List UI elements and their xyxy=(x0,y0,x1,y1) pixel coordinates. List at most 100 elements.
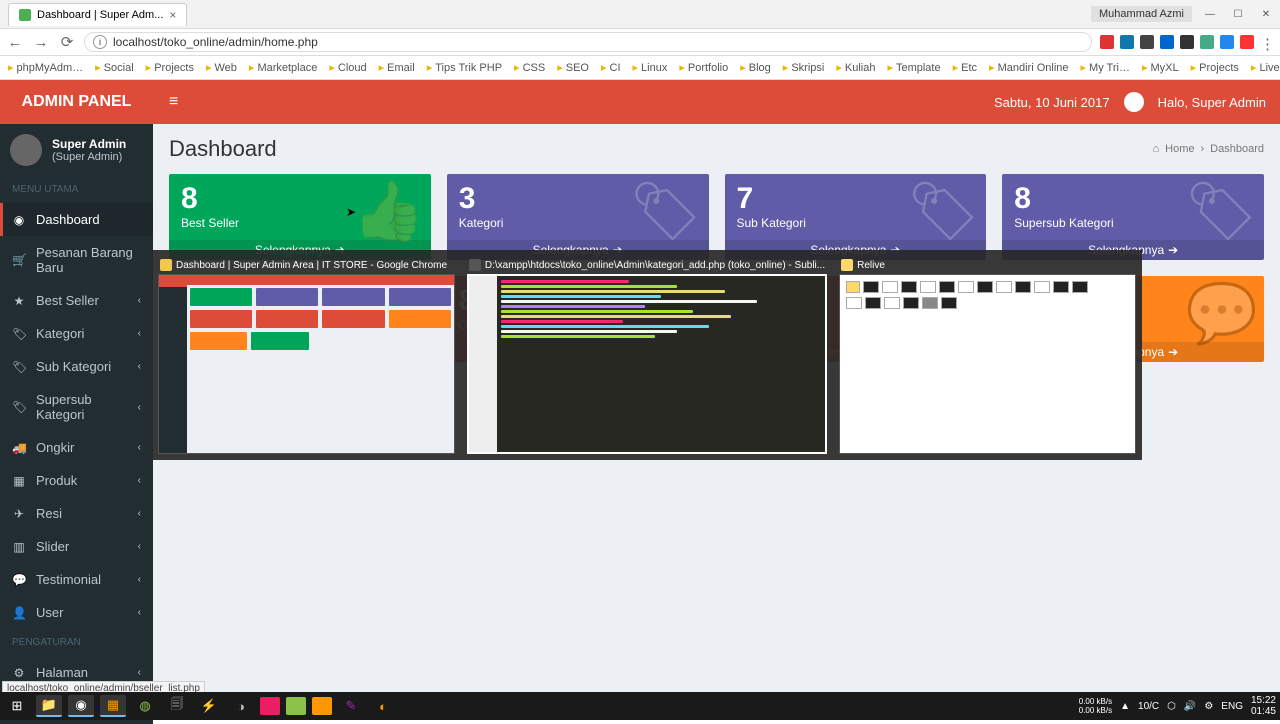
menu-icon: 🏷 xyxy=(12,400,26,414)
bookmark-item[interactable]: ▸Social xyxy=(95,61,134,74)
bookmark-item[interactable]: ▸Cloud xyxy=(329,61,366,74)
taskbar-app[interactable] xyxy=(312,697,332,715)
bookmark-item[interactable]: ▸Etc xyxy=(953,61,977,74)
stat-box-supersub-kategori: 8Supersub Kategori🏷Selengkapnya ➔ xyxy=(1002,174,1264,260)
ext-icon[interactable] xyxy=(1220,35,1234,49)
sidebar-item-kategori[interactable]: 🏷Kategori‹ xyxy=(0,317,153,350)
browser-profile[interactable]: Muhammad Azmi xyxy=(1091,6,1192,22)
chevron-left-icon: ‹ xyxy=(138,667,141,678)
maximize-button[interactable]: ☐ xyxy=(1224,4,1252,24)
ext-icon[interactable] xyxy=(1140,35,1154,49)
tab-title: Dashboard | Super Adm... xyxy=(37,9,163,21)
sidebar-item-resi[interactable]: ✈Resi‹ xyxy=(0,497,153,530)
tray-icon[interactable]: ⬡ xyxy=(1167,701,1176,712)
menu-icon[interactable]: ⋮ xyxy=(1260,35,1274,49)
breadcrumb-current: Dashboard xyxy=(1210,143,1264,155)
bookmark-item[interactable]: ▸Linux xyxy=(633,61,668,74)
stat-bg-icon: 🏷 xyxy=(907,178,981,246)
bookmark-item[interactable]: ▸Template xyxy=(887,61,940,74)
windows-taskbar[interactable]: ⊞ 📁 ◉ ▦ ◍ 🗐 ⚡ ◑ ✎ ◐ 0.00 kB/s 0.00 kB/s … xyxy=(0,692,1280,720)
alttab-window-chrome[interactable]: Dashboard | Super Admin Area | IT STORE … xyxy=(158,256,455,454)
menu-icon: 🛒 xyxy=(12,253,26,267)
bookmark-item[interactable]: ▸My Tri… xyxy=(1081,61,1130,74)
breadcrumb: ⌂ Home › Dashboard xyxy=(1153,143,1265,155)
sidebar-item-user[interactable]: 👤User‹ xyxy=(0,596,153,629)
ext-icon[interactable] xyxy=(1100,35,1114,49)
taskbar-sublime[interactable]: ▦ xyxy=(100,695,126,717)
tray-icon[interactable]: ⚙ xyxy=(1204,701,1213,712)
bookmark-item[interactable]: ▸LiveScore xyxy=(1251,61,1280,74)
tray-icon[interactable]: ▲ xyxy=(1120,701,1130,712)
bookmark-item[interactable]: ▸Portfolio xyxy=(679,61,728,74)
alttab-window-sublime[interactable]: D:\xampp\htdocs\toko_online\Admin\katego… xyxy=(467,256,827,454)
ext-icon[interactable] xyxy=(1200,35,1214,49)
sidebar-item-supersub-kategori[interactable]: 🏷Supersub Kategori‹ xyxy=(0,383,153,431)
chevron-left-icon: ‹ xyxy=(138,607,141,618)
browser-tab[interactable]: Dashboard | Super Adm... × xyxy=(8,3,187,26)
bookmark-item[interactable]: ▸Kuliah xyxy=(836,61,875,74)
bookmark-item[interactable]: ▸Skripsi xyxy=(783,61,825,74)
bookmark-item[interactable]: ▸MyXL xyxy=(1142,61,1179,74)
sidebar-item-dashboard[interactable]: ◉Dashboard xyxy=(0,203,153,236)
taskbar-steam[interactable]: ◑ xyxy=(228,695,254,717)
bookmark-item[interactable]: ▸Mandiri Online xyxy=(989,61,1068,74)
sidebar-item-ongkir[interactable]: 🚚Ongkir‹ xyxy=(0,431,153,464)
minimize-button[interactable]: — xyxy=(1196,4,1224,24)
site-info-icon[interactable]: i xyxy=(93,35,107,49)
bookmark-item[interactable]: ▸Blog xyxy=(740,61,771,74)
window-controls: — ☐ ✕ xyxy=(1196,4,1280,24)
ext-icon[interactable] xyxy=(1180,35,1194,49)
ext-icon[interactable] xyxy=(1240,35,1254,49)
taskbar-app[interactable] xyxy=(260,697,280,715)
sidebar-toggle-button[interactable]: ≡ xyxy=(153,93,194,111)
close-button[interactable]: ✕ xyxy=(1252,4,1280,24)
bookmark-item[interactable]: ▸Marketplace xyxy=(249,61,317,74)
sidebar-item-testimonial[interactable]: 💬Testimonial‹ xyxy=(0,563,153,596)
url-input[interactable]: i localhost/toko_online/admin/home.php xyxy=(84,32,1092,52)
sidebar-item-best-seller[interactable]: ★Best Seller‹ xyxy=(0,284,153,317)
bookmark-item[interactable]: ▸phpMyAdm… xyxy=(8,61,83,74)
bookmark-item[interactable]: ▸CI xyxy=(601,61,621,74)
taskbar-clock[interactable]: 15:22 01:45 xyxy=(1251,695,1276,717)
sidebar-item-sub-kategori[interactable]: 🏷Sub Kategori‹ xyxy=(0,350,153,383)
back-button[interactable]: ← xyxy=(6,34,24,51)
stat-bg-icon: 💬 xyxy=(1186,280,1258,348)
breadcrumb-home[interactable]: Home xyxy=(1165,143,1194,155)
forward-button[interactable]: → xyxy=(32,34,50,51)
start-button[interactable]: ⊞ xyxy=(4,695,30,717)
sidebar-item-produk[interactable]: ▦Produk‹ xyxy=(0,464,153,497)
sidebar-item-pesanan-barang-baru[interactable]: 🛒Pesanan Barang Baru xyxy=(0,236,153,284)
menu-icon: 🚚 xyxy=(12,441,26,455)
sidebar-item-slider[interactable]: ▥Slider‹ xyxy=(0,530,153,563)
bookmark-item[interactable]: ▸Tips Trik PHP xyxy=(427,61,502,74)
header-greeting[interactable]: Halo, Super Admin xyxy=(1158,95,1266,110)
app-topbar: ADMIN PANEL ≡ Sabtu, 10 Juni 2017 Halo, … xyxy=(0,80,1280,124)
alt-tab-switcher[interactable]: Dashboard | Super Admin Area | IT STORE … xyxy=(152,250,1142,460)
tab-close-icon[interactable]: × xyxy=(169,8,176,22)
taskbar-app[interactable]: ⚡ xyxy=(196,695,222,717)
bookmark-item[interactable]: ▸SEO xyxy=(557,61,589,74)
bookmark-item[interactable]: ▸Email xyxy=(379,61,415,74)
alttab-thumbnail xyxy=(158,274,455,454)
taskbar-app[interactable] xyxy=(286,697,306,715)
taskbar-app[interactable]: ✎ xyxy=(338,695,364,717)
menu-header: MENU UTAMA xyxy=(0,176,153,203)
bookmark-item[interactable]: ▸Web xyxy=(206,61,237,74)
user-avatar-icon[interactable] xyxy=(1124,92,1144,112)
volume-icon[interactable]: 🔊 xyxy=(1184,701,1196,712)
bookmark-item[interactable]: ▸CSS xyxy=(514,61,545,74)
language-indicator[interactable]: ENG xyxy=(1221,701,1243,712)
menu-icon: ▥ xyxy=(12,540,26,554)
bookmark-item[interactable]: ▸Projects xyxy=(1191,61,1239,74)
taskbar-app[interactable]: ◍ xyxy=(132,695,158,717)
brand-logo[interactable]: ADMIN PANEL xyxy=(0,93,153,111)
taskbar-chrome[interactable]: ◉ xyxy=(68,695,94,717)
taskbar-app[interactable]: ◐ xyxy=(370,695,396,717)
reload-button[interactable]: ⟳ xyxy=(58,33,76,51)
taskbar-explorer[interactable]: 📁 xyxy=(36,695,62,717)
ext-icon[interactable] xyxy=(1160,35,1174,49)
taskbar-app[interactable]: 🗐 xyxy=(164,695,190,717)
alttab-window-explorer[interactable]: Relive xyxy=(839,256,1136,454)
ext-icon[interactable] xyxy=(1120,35,1134,49)
bookmark-item[interactable]: ▸Projects xyxy=(146,61,194,74)
